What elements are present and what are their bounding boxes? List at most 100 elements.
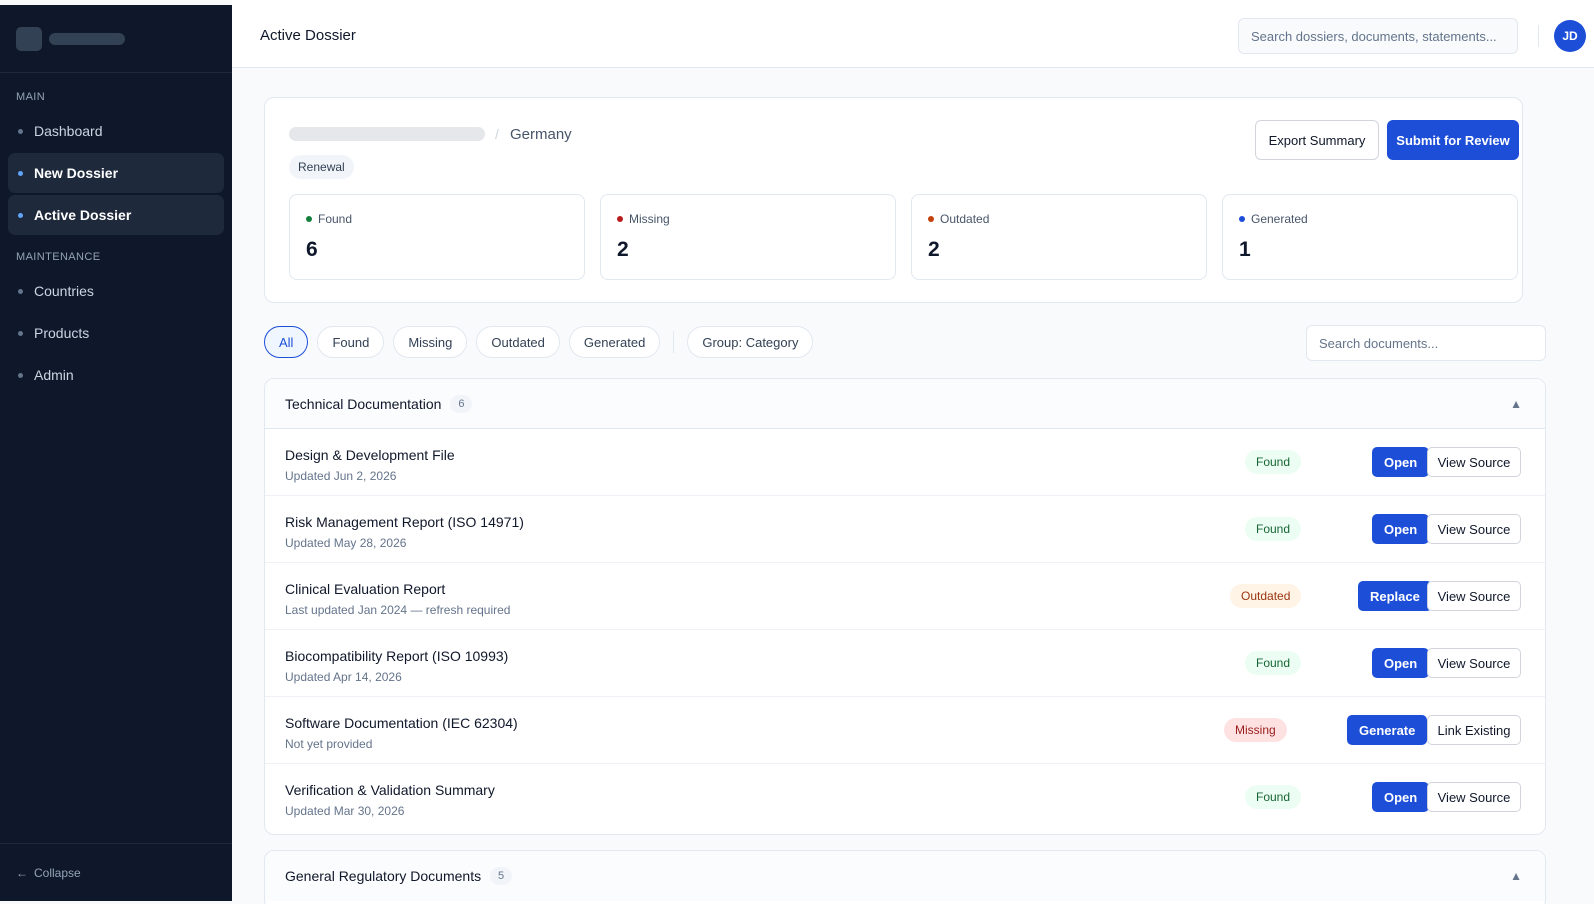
dossier-name-placeholder (289, 127, 485, 141)
nav-section-main: MAIN (16, 91, 46, 103)
stat-card-outdated: Outdated 2 (911, 194, 1207, 280)
table-row: Clinical Evaluation Report Last updated … (265, 563, 1545, 630)
group-title: General Regulatory Documents (285, 868, 482, 884)
brand (0, 5, 232, 73)
generate-button[interactable]: Generate (1347, 715, 1428, 745)
sidebar-item-label: Active Dossier (34, 207, 132, 223)
avatar[interactable]: JD (1554, 20, 1586, 52)
document-group-technical: Technical Documentation 6 ▲ Design & Dev… (264, 378, 1546, 835)
divider (673, 331, 675, 353)
view-source-button[interactable]: View Source (1427, 447, 1521, 477)
link-existing-button[interactable]: Link Existing (1427, 715, 1521, 745)
sidebar-item-label: Countries (34, 283, 94, 299)
dossier-summary-card: / Germany Renewal Export Summary Submit … (264, 97, 1523, 303)
stat-value: 6 (306, 238, 318, 261)
chevron-up-icon[interactable]: ▲ (1510, 869, 1522, 883)
status-badge: Found (1245, 651, 1302, 675)
sidebar: MAIN Dashboard New Dossier Active Dossie… (0, 5, 232, 901)
filter-chip-outdated[interactable]: Outdated (476, 326, 560, 358)
app-name-placeholder (49, 32, 125, 45)
document-name: Clinical Evaluation Report (285, 581, 446, 597)
view-source-button[interactable]: View Source (1427, 514, 1521, 544)
bullet-icon (18, 372, 23, 378)
open-button[interactable]: Open (1372, 447, 1430, 477)
stat-label-text: Found (318, 212, 353, 226)
status-badge: Found (1245, 450, 1302, 474)
group-header[interactable]: General Regulatory Documents 5 ▲ (265, 851, 1545, 901)
stat-value: 1 (1239, 238, 1251, 261)
sidebar-item-label: Products (34, 325, 90, 341)
group-header[interactable]: Technical Documentation 6 ▲ (265, 379, 1545, 429)
stat-label: Found (306, 212, 568, 226)
document-updated: Updated Apr 14, 2026 (285, 670, 402, 684)
stat-value: 2 (617, 238, 629, 261)
document-name: Verification & Validation Summary (285, 782, 495, 798)
status-badge: Outdated (1230, 584, 1302, 608)
document-search-input[interactable] (1306, 325, 1546, 361)
divider (1538, 25, 1539, 47)
open-button[interactable]: Open (1372, 648, 1430, 678)
open-button[interactable]: Open (1372, 514, 1430, 544)
sidebar-item-label: Dashboard (34, 123, 103, 139)
document-group-general-regulatory: General Regulatory Documents 5 ▲ (264, 850, 1546, 904)
stat-value: 2 (928, 238, 940, 261)
filter-chip-missing[interactable]: Missing (393, 326, 468, 358)
view-source-button[interactable]: View Source (1427, 648, 1521, 678)
table-row: Risk Management Report (ISO 14971) Updat… (265, 496, 1545, 563)
app-logo[interactable] (16, 26, 42, 51)
sidebar-item-label: New Dossier (34, 165, 119, 181)
bullet-icon (18, 330, 23, 336)
group-count-badge: 6 (450, 394, 473, 413)
sidebar-item-new-dossier[interactable]: New Dossier (8, 153, 224, 193)
group-by-dropdown[interactable]: Group: Category (687, 326, 814, 358)
stat-card-missing: Missing 2 (600, 194, 896, 280)
bullet-icon (18, 288, 23, 294)
stat-card-generated: Generated 1 (1222, 194, 1518, 280)
breadcrumb-separator: / (495, 126, 499, 142)
page-title: Active Dossier (260, 27, 356, 44)
chevron-up-icon[interactable]: ▲ (1510, 397, 1522, 411)
bullet-icon (18, 170, 23, 176)
document-name: Biocompatibility Report (ISO 10993) (285, 648, 509, 664)
bullet-icon (18, 128, 23, 134)
collapse-label: Collapse (34, 865, 81, 880)
dossier-type-tag: Renewal (289, 155, 354, 179)
document-updated: Updated Jun 2, 2026 (285, 469, 397, 483)
sidebar-item-dashboard[interactable]: Dashboard (8, 111, 224, 151)
stat-label: Generated (1239, 212, 1501, 226)
nav-list-main: Dashboard New Dossier Active Dossier (0, 111, 232, 235)
view-source-button[interactable]: View Source (1427, 782, 1521, 812)
stats-row: Found 6 Missing 2 Outdated 2 Generated 1 (289, 194, 1518, 280)
document-updated: Last updated Jan 2024 — refresh required (285, 603, 511, 617)
export-summary-button[interactable]: Export Summary (1255, 120, 1379, 160)
filter-chip-all[interactable]: All (264, 326, 309, 358)
document-name: Software Documentation (IEC 62304) (285, 715, 518, 731)
stat-label: Missing (617, 212, 879, 226)
view-source-button[interactable]: View Source (1427, 581, 1521, 611)
stat-label-text: Missing (629, 212, 670, 226)
filter-bar: All Found Missing Outdated Generated Gro… (264, 326, 822, 358)
sidebar-item-products[interactable]: Products (8, 313, 224, 353)
document-name: Design & Development File (285, 447, 455, 463)
filter-chip-generated[interactable]: Generated (568, 326, 661, 358)
sidebar-item-active-dossier[interactable]: Active Dossier (8, 195, 224, 235)
status-dot-icon (306, 216, 312, 222)
global-search-input[interactable] (1238, 18, 1518, 54)
sidebar-item-countries[interactable]: Countries (8, 271, 224, 311)
table-row: Design & Development File Updated Jun 2,… (265, 429, 1545, 496)
sidebar-item-admin[interactable]: Admin (8, 355, 224, 395)
status-dot-icon (928, 216, 934, 222)
group-title: Technical Documentation (285, 395, 442, 412)
submit-for-review-button[interactable]: Submit for Review (1387, 120, 1519, 160)
filter-chip-found[interactable]: Found (317, 326, 385, 358)
status-dot-icon (617, 216, 623, 222)
stat-label: Outdated (928, 212, 1190, 226)
status-badge: Missing (1224, 718, 1287, 742)
collapse-button[interactable]: ← Collapse (0, 843, 232, 901)
replace-button[interactable]: Replace (1358, 581, 1432, 611)
table-row: Software Documentation (IEC 62304) Not y… (265, 697, 1545, 764)
stat-label-text: Generated (1251, 212, 1308, 226)
open-button[interactable]: Open (1372, 782, 1430, 812)
document-updated: Updated May 28, 2026 (285, 536, 407, 550)
stat-label-text: Outdated (940, 212, 990, 226)
